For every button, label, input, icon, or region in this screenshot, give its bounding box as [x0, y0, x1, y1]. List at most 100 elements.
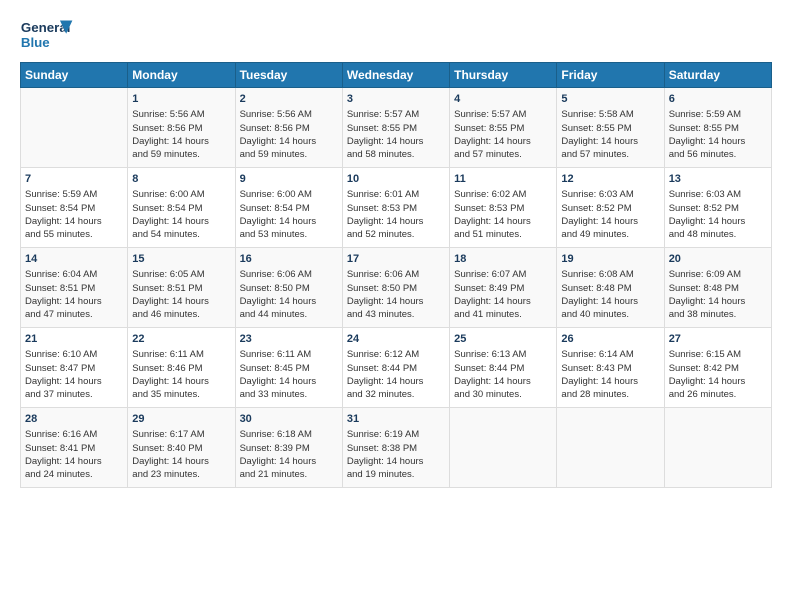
cell-text: Daylight: 14 hours	[561, 215, 659, 228]
cell-text: Sunrise: 5:56 AM	[240, 108, 338, 121]
cell-text: Daylight: 14 hours	[454, 375, 552, 388]
cell-text: Sunset: 8:48 PM	[561, 282, 659, 295]
cell-text: Sunrise: 6:06 AM	[347, 268, 445, 281]
cell-text: Sunset: 8:54 PM	[240, 202, 338, 215]
cell-text: Sunrise: 6:19 AM	[347, 428, 445, 441]
cell-text: Sunrise: 6:00 AM	[132, 188, 230, 201]
cell-text: Daylight: 14 hours	[25, 455, 123, 468]
cell-text: Sunset: 8:56 PM	[132, 122, 230, 135]
calendar-cell: 17Sunrise: 6:06 AMSunset: 8:50 PMDayligh…	[342, 248, 449, 328]
week-row-1: 1Sunrise: 5:56 AMSunset: 8:56 PMDaylight…	[21, 88, 772, 168]
cell-text: Sunrise: 6:15 AM	[669, 348, 767, 361]
cell-text: Sunset: 8:52 PM	[669, 202, 767, 215]
cell-text: and 32 minutes.	[347, 388, 445, 401]
calendar-cell: 25Sunrise: 6:13 AMSunset: 8:44 PMDayligh…	[450, 328, 557, 408]
day-header-sunday: Sunday	[21, 63, 128, 88]
calendar-cell	[450, 408, 557, 488]
cell-text: Sunrise: 6:07 AM	[454, 268, 552, 281]
day-number: 20	[669, 252, 767, 267]
cell-text: Sunset: 8:50 PM	[240, 282, 338, 295]
cell-text: Sunset: 8:50 PM	[347, 282, 445, 295]
day-number: 17	[347, 252, 445, 267]
cell-text: Daylight: 14 hours	[132, 375, 230, 388]
calendar-cell: 15Sunrise: 6:05 AMSunset: 8:51 PMDayligh…	[128, 248, 235, 328]
day-number: 19	[561, 252, 659, 267]
cell-text: and 54 minutes.	[132, 228, 230, 241]
day-number: 2	[240, 92, 338, 107]
cell-text: and 56 minutes.	[669, 148, 767, 161]
week-row-3: 14Sunrise: 6:04 AMSunset: 8:51 PMDayligh…	[21, 248, 772, 328]
cell-text: Daylight: 14 hours	[240, 455, 338, 468]
cell-text: and 49 minutes.	[561, 228, 659, 241]
cell-text: and 38 minutes.	[669, 308, 767, 321]
cell-text: Daylight: 14 hours	[561, 135, 659, 148]
calendar-cell: 19Sunrise: 6:08 AMSunset: 8:48 PMDayligh…	[557, 248, 664, 328]
day-number: 11	[454, 172, 552, 187]
cell-text: Sunrise: 6:00 AM	[240, 188, 338, 201]
cell-text: Sunrise: 6:05 AM	[132, 268, 230, 281]
cell-text: Daylight: 14 hours	[132, 295, 230, 308]
cell-text: Sunrise: 6:16 AM	[25, 428, 123, 441]
cell-text: Sunrise: 6:11 AM	[132, 348, 230, 361]
cell-text: Sunrise: 6:12 AM	[347, 348, 445, 361]
calendar-cell: 12Sunrise: 6:03 AMSunset: 8:52 PMDayligh…	[557, 168, 664, 248]
day-number: 25	[454, 332, 552, 347]
day-header-monday: Monday	[128, 63, 235, 88]
cell-text: Daylight: 14 hours	[347, 455, 445, 468]
cell-text: and 37 minutes.	[25, 388, 123, 401]
day-header-saturday: Saturday	[664, 63, 771, 88]
cell-text: and 28 minutes.	[561, 388, 659, 401]
cell-text: Sunset: 8:55 PM	[347, 122, 445, 135]
cell-text: Daylight: 14 hours	[240, 135, 338, 148]
header: GeneralBlue	[20, 16, 772, 56]
cell-text: and 41 minutes.	[454, 308, 552, 321]
cell-text: Sunset: 8:49 PM	[454, 282, 552, 295]
day-number: 23	[240, 332, 338, 347]
day-number: 4	[454, 92, 552, 107]
cell-text: Sunset: 8:48 PM	[669, 282, 767, 295]
cell-text: Sunrise: 5:56 AM	[132, 108, 230, 121]
cell-text: and 21 minutes.	[240, 468, 338, 481]
calendar-cell: 1Sunrise: 5:56 AMSunset: 8:56 PMDaylight…	[128, 88, 235, 168]
day-number: 12	[561, 172, 659, 187]
day-number: 18	[454, 252, 552, 267]
cell-text: Daylight: 14 hours	[347, 135, 445, 148]
calendar-cell: 6Sunrise: 5:59 AMSunset: 8:55 PMDaylight…	[664, 88, 771, 168]
cell-text: Sunrise: 5:57 AM	[454, 108, 552, 121]
cell-text: Sunset: 8:47 PM	[25, 362, 123, 375]
calendar-cell: 14Sunrise: 6:04 AMSunset: 8:51 PMDayligh…	[21, 248, 128, 328]
day-number: 31	[347, 412, 445, 427]
cell-text: Daylight: 14 hours	[25, 375, 123, 388]
calendar-cell: 18Sunrise: 6:07 AMSunset: 8:49 PMDayligh…	[450, 248, 557, 328]
cell-text: Sunrise: 6:18 AM	[240, 428, 338, 441]
cell-text: and 59 minutes.	[132, 148, 230, 161]
calendar-cell: 3Sunrise: 5:57 AMSunset: 8:55 PMDaylight…	[342, 88, 449, 168]
cell-text: Daylight: 14 hours	[240, 215, 338, 228]
calendar-cell: 29Sunrise: 6:17 AMSunset: 8:40 PMDayligh…	[128, 408, 235, 488]
cell-text: and 51 minutes.	[454, 228, 552, 241]
cell-text: Sunset: 8:52 PM	[561, 202, 659, 215]
cell-text: Sunrise: 6:03 AM	[669, 188, 767, 201]
day-number: 13	[669, 172, 767, 187]
day-header-thursday: Thursday	[450, 63, 557, 88]
cell-text: Daylight: 14 hours	[132, 455, 230, 468]
cell-text: and 46 minutes.	[132, 308, 230, 321]
calendar-cell: 9Sunrise: 6:00 AMSunset: 8:54 PMDaylight…	[235, 168, 342, 248]
calendar-cell: 10Sunrise: 6:01 AMSunset: 8:53 PMDayligh…	[342, 168, 449, 248]
cell-text: Daylight: 14 hours	[240, 375, 338, 388]
cell-text: Sunrise: 5:59 AM	[669, 108, 767, 121]
cell-text: Sunset: 8:56 PM	[240, 122, 338, 135]
cell-text: and 24 minutes.	[25, 468, 123, 481]
cell-text: Sunset: 8:45 PM	[240, 362, 338, 375]
cell-text: and 52 minutes.	[347, 228, 445, 241]
day-number: 15	[132, 252, 230, 267]
day-number: 9	[240, 172, 338, 187]
header-row: SundayMondayTuesdayWednesdayThursdayFrid…	[21, 63, 772, 88]
logo-icon: GeneralBlue	[20, 16, 75, 56]
cell-text: Sunset: 8:55 PM	[561, 122, 659, 135]
cell-text: and 40 minutes.	[561, 308, 659, 321]
cell-text: and 57 minutes.	[561, 148, 659, 161]
day-number: 30	[240, 412, 338, 427]
week-row-2: 7Sunrise: 5:59 AMSunset: 8:54 PMDaylight…	[21, 168, 772, 248]
page: GeneralBlue SundayMondayTuesdayWednesday…	[0, 0, 792, 498]
